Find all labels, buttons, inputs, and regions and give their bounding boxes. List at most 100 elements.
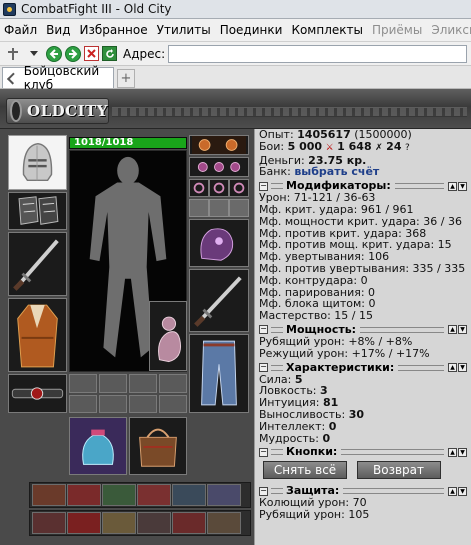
hp-text: 1018/1018: [74, 137, 134, 148]
grip-icon: [271, 364, 283, 371]
buttons-header[interactable]: − Кнопки: ▲ ▼: [255, 446, 471, 458]
slot-weapon-left[interactable]: [8, 232, 67, 296]
slot-ring-1[interactable]: [69, 374, 97, 393]
slot-earrings[interactable]: [189, 135, 249, 155]
draws-value: 24: [386, 139, 402, 153]
arrow-down-icon[interactable]: ▼: [458, 325, 467, 335]
slot-rune-3[interactable]: [129, 395, 157, 413]
bank-label: Банк:: [259, 165, 291, 179]
close-icon: [87, 49, 96, 58]
quick-slot-1[interactable]: [32, 484, 66, 506]
refresh-button[interactable]: [102, 46, 117, 61]
slot-rune-1[interactable]: [69, 395, 97, 413]
logo-text: OLDCITY: [27, 102, 108, 120]
quick-slot-3[interactable]: [102, 484, 136, 506]
collapse-icon[interactable]: −: [259, 447, 268, 457]
slot-ring-a[interactable]: [189, 179, 209, 197]
arrow-down-icon[interactable]: ▼: [458, 447, 467, 457]
slot-pet[interactable]: [149, 301, 187, 371]
menu-elixirs[interactable]: Эликсиры: [431, 23, 471, 37]
return-button[interactable]: Возврат: [356, 461, 441, 480]
slot-item-blue[interactable]: [69, 417, 127, 475]
wins-icon: ⚔: [325, 142, 334, 153]
slot-small-3[interactable]: [229, 199, 249, 217]
menu-favorites[interactable]: Избранное: [79, 23, 147, 37]
collapse-icon[interactable]: −: [259, 363, 268, 373]
slot-ring-2[interactable]: [99, 374, 127, 393]
slot-small-2[interactable]: [209, 199, 229, 217]
pants-icon: [190, 335, 248, 412]
dagger-icon: [9, 233, 66, 295]
arrow-up-icon[interactable]: ▲: [448, 486, 457, 496]
arrow-up-icon[interactable]: ▲: [448, 363, 457, 373]
arrow-up-icon[interactable]: ▲: [448, 447, 457, 457]
menubar: Файл Вид Избранное Утилиты Поединки Комп…: [0, 19, 471, 42]
slot-amulet[interactable]: [189, 157, 249, 177]
collapse-icon[interactable]: −: [259, 325, 268, 335]
buttons-row: Снять всё Возврат: [255, 461, 471, 483]
ring-icon: [230, 180, 248, 196]
arrow-down-icon[interactable]: ▼: [458, 363, 467, 373]
slot-armor[interactable]: [8, 298, 67, 372]
hp-bar: 1018/1018: [69, 137, 187, 149]
remove-all-button[interactable]: Снять всё: [263, 461, 347, 480]
amulet-icon: [192, 158, 246, 176]
gloves-icon: [190, 220, 248, 266]
menu-view[interactable]: Вид: [46, 23, 70, 37]
menu-techniques[interactable]: Приёмы: [372, 23, 422, 37]
belt-icon: [9, 375, 66, 412]
quick-slot-4[interactable]: [137, 484, 171, 506]
quick-slot-8[interactable]: [67, 512, 101, 534]
slot-rune-2[interactable]: [99, 395, 127, 413]
quick-slot-9[interactable]: [102, 512, 136, 534]
quick-slot-10[interactable]: [137, 512, 171, 534]
slot-ring-b[interactable]: [209, 179, 229, 197]
menu-duels[interactable]: Поединки: [220, 23, 283, 37]
back-button[interactable]: [46, 45, 62, 62]
fights-label: Бои:: [259, 139, 285, 153]
new-tab-button[interactable]: +: [117, 69, 135, 88]
stop-button[interactable]: [84, 46, 99, 61]
tab-fight-club[interactable]: Бойцовский клуб: [2, 64, 114, 92]
slot-ring-3[interactable]: [129, 374, 157, 393]
pin-icon[interactable]: [4, 45, 22, 63]
slot-belt[interactable]: [8, 374, 67, 413]
slot-small-1[interactable]: [189, 199, 209, 217]
quick-slot-12[interactable]: [207, 512, 241, 534]
slot-weapon-right[interactable]: [189, 269, 249, 332]
app-icon: [3, 2, 16, 16]
arrow-down-icon[interactable]: ▼: [458, 181, 467, 191]
menu-sets[interactable]: Комплекты: [291, 23, 363, 37]
slot-ring-4[interactable]: [159, 374, 187, 393]
modifier-row: Мф. мощности крит. удара: 36 / 36: [259, 214, 462, 228]
quick-slot-11[interactable]: [172, 512, 206, 534]
slot-helmet[interactable]: [8, 135, 67, 190]
quick-slot-2[interactable]: [67, 484, 101, 506]
arrow-up-icon[interactable]: ▲: [448, 325, 457, 335]
menu-utilities[interactable]: Утилиты: [157, 23, 211, 37]
ring-icon: [190, 180, 208, 196]
arrow-down-icon[interactable]: ▼: [458, 486, 467, 496]
quick-slot-5[interactable]: [172, 484, 206, 506]
slot-item-bag[interactable]: [129, 417, 187, 475]
chevron-down-icon[interactable]: [25, 45, 43, 63]
collapse-icon[interactable]: −: [259, 181, 268, 191]
header-line: [394, 183, 444, 190]
arrow-up-icon[interactable]: ▲: [448, 181, 457, 191]
oldcity-logo: OLDCITY: [6, 98, 109, 124]
slot-ring-c[interactable]: [229, 179, 249, 197]
quick-slot-7[interactable]: [32, 512, 66, 534]
forward-button[interactable]: [65, 45, 81, 62]
slot-gloves[interactable]: [189, 219, 249, 267]
collapse-icon[interactable]: −: [259, 486, 268, 496]
slot-bracers[interactable]: [8, 192, 67, 230]
slot-pants[interactable]: [189, 334, 249, 413]
menu-file[interactable]: Файл: [4, 23, 37, 37]
bank-select-link[interactable]: выбрать счёт: [294, 165, 379, 178]
quick-slot-6[interactable]: [207, 484, 241, 506]
address-input[interactable]: [168, 44, 467, 63]
losses-icon: ✗: [375, 142, 383, 153]
grip-icon: [271, 183, 283, 190]
arrow-right-icon: [69, 48, 78, 59]
slot-rune-4[interactable]: [159, 395, 187, 413]
